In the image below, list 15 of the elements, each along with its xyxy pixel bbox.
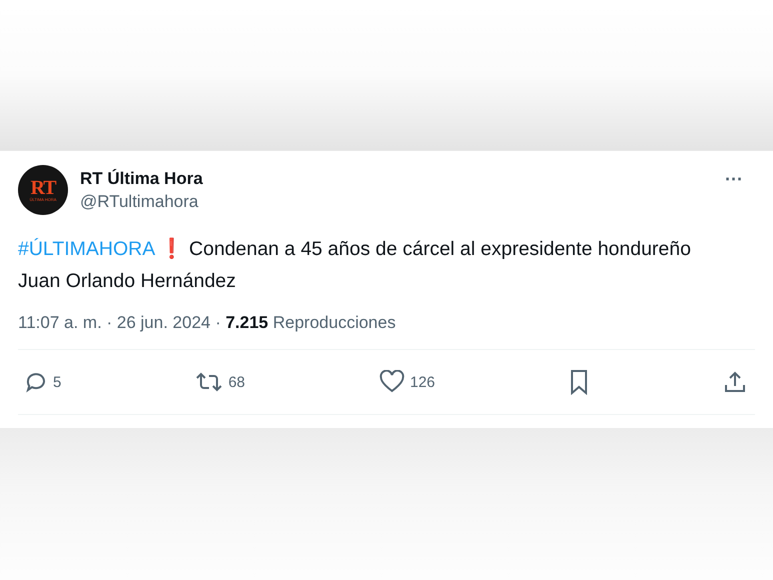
author-handle[interactable]: @RTultimahora (80, 192, 708, 212)
share-button[interactable] (723, 370, 747, 394)
bookmark-button[interactable] (569, 369, 590, 395)
tweet-text: #ÚLTIMAHORA ❗ Condenan a 45 años de cárcel al expresidente hondureño Juan Orlando Hernández (18, 236, 692, 294)
bookmark-icon (569, 369, 590, 395)
tweet-meta: 11:07 a. m. · 26 jun. 2024 · 7.215 Reproducciones (18, 313, 755, 350)
share-icon (723, 370, 747, 394)
repost-icon (195, 370, 224, 394)
author-name[interactable]: RT Última Hora (80, 168, 708, 188)
speech-bubble-icon (24, 370, 48, 394)
more-button[interactable]: ··· (719, 169, 749, 190)
reply-button[interactable]: 5 (24, 370, 62, 394)
like-button[interactable]: 126 (379, 370, 436, 394)
repost-button[interactable]: 68 (195, 370, 246, 394)
heart-icon (379, 370, 405, 394)
